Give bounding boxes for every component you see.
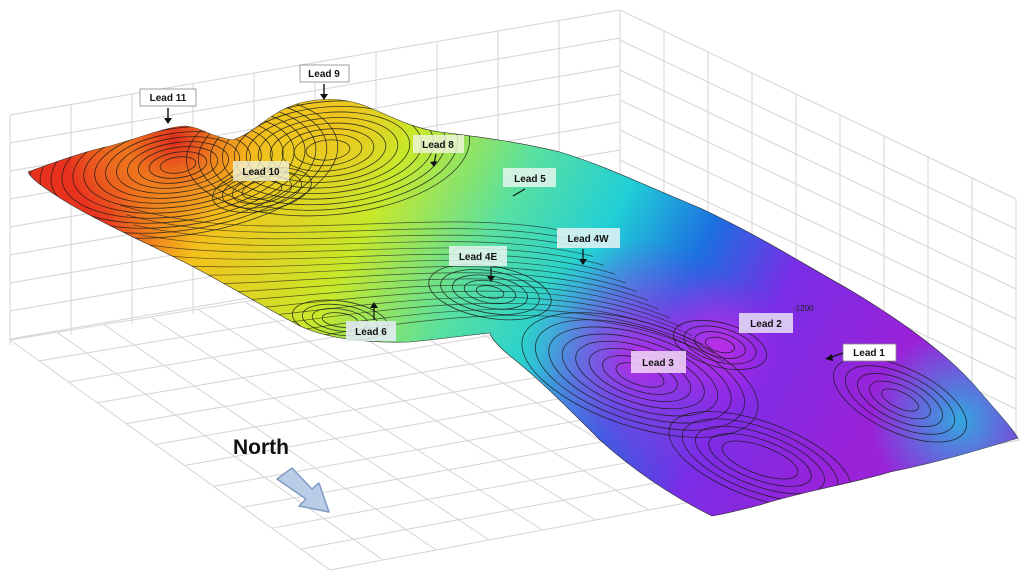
lead-11-label: Lead 11 (150, 93, 187, 104)
north-label: North (233, 436, 289, 459)
structure-surface: -1200 (27, 99, 1019, 517)
lead-6-label: Lead 6 (355, 327, 387, 338)
east-shading (28, 99, 1018, 516)
lead-10-label: Lead 10 (242, 167, 280, 178)
grid-line (56, 331, 384, 561)
grid-line (619, 9, 1017, 200)
3d-structure-map: -1200 Lead 11 Lead 9 Lead 10 Lead 8 Lead… (9, 9, 1021, 571)
grid-line (197, 308, 543, 531)
lead-3-annotation: Lead 3 (631, 351, 686, 373)
lead-8-label: Lead 8 (422, 140, 454, 151)
lead-5-label: Lead 5 (514, 174, 546, 185)
contour-value-label: -1200 (793, 304, 814, 313)
lead-2-label: Lead 2 (750, 319, 782, 330)
lead-10-annotation: Lead 10 (233, 161, 289, 181)
lead-1-label: Lead 1 (853, 348, 885, 359)
lead-11-arrowhead (164, 118, 172, 124)
lead-9-annotation: Lead 9 (299, 64, 350, 100)
lead-9-label: Lead 9 (308, 69, 340, 80)
lead-3-label: Lead 3 (642, 358, 674, 369)
lead-4e-label: Lead 4E (459, 252, 498, 263)
lead-4w-label: Lead 4W (567, 234, 609, 245)
lead-2-annotation: Lead 2 (739, 313, 793, 333)
north-arrow-icon (276, 467, 330, 513)
lead-9-arrowhead (320, 94, 328, 100)
